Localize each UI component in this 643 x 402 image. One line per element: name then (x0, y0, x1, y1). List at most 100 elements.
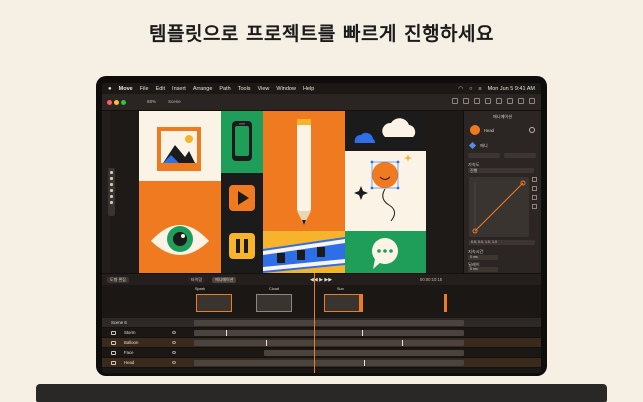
thumbnail-1[interactable]: Spark (195, 287, 232, 312)
trim-handle[interactable] (444, 294, 447, 312)
menu-view[interactable]: View (258, 86, 270, 92)
layer-track[interactable] (194, 359, 464, 366)
share-icon[interactable] (518, 98, 524, 104)
cloud-icon (354, 118, 416, 143)
phone-tile[interactable] (221, 111, 263, 173)
cloud-tile[interactable] (345, 111, 426, 151)
preset-icon[interactable] (532, 195, 537, 200)
pause-tile[interactable] (221, 223, 263, 273)
bezier-curve-editor[interactable] (469, 177, 529, 237)
delay-field[interactable]: 0 ms (468, 267, 498, 272)
pen-tool-icon[interactable] (452, 98, 458, 104)
pencil-tile[interactable] (263, 111, 345, 231)
layer-row-balloon[interactable]: Balloon (102, 338, 541, 348)
pause-button-icon (229, 233, 255, 259)
hand-tool-icon[interactable] (110, 195, 113, 198)
search-icon[interactable]: ○ (469, 86, 472, 92)
timing-button[interactable]: 타이밍 (188, 277, 206, 283)
visibility-icon[interactable] (172, 351, 176, 354)
rectangle-tool-icon[interactable] (110, 183, 113, 186)
keyframe-icon[interactable] (468, 141, 477, 150)
layer-row-storm[interactable]: Storm (102, 328, 541, 338)
layer-track[interactable] (264, 349, 464, 356)
text-tool-icon[interactable] (474, 98, 480, 104)
orange-strip-tile[interactable] (139, 181, 221, 203)
menu-insert[interactable]: Insert (172, 86, 186, 92)
scene-row[interactable]: Scene 6 (102, 318, 541, 328)
picture-tile[interactable] (139, 111, 221, 181)
menu-file[interactable]: File (140, 86, 149, 92)
align-icon[interactable] (485, 98, 491, 104)
menu-tools[interactable]: Tools (238, 86, 251, 92)
curve-values-field[interactable]: 0.5, 0.0, 1.0, 1.0 (469, 240, 535, 245)
property-field-1[interactable] (468, 153, 500, 158)
close-window-button[interactable] (107, 100, 112, 105)
wifi-icon[interactable]: ◠ (458, 86, 463, 92)
layer-row-head[interactable]: Head (102, 358, 541, 368)
preset-icon[interactable] (532, 204, 537, 209)
shape-tool-icon[interactable] (463, 98, 469, 104)
design-canvas[interactable] (139, 111, 426, 273)
minimize-window-button[interactable] (114, 100, 119, 105)
layer-selector[interactable]: Scene (168, 99, 181, 104)
picture-frame-icon (157, 127, 201, 171)
zoom-level[interactable]: 88% (147, 99, 156, 104)
pen-icon[interactable] (110, 189, 113, 192)
chat-tile[interactable] (345, 231, 426, 273)
menu-arrange[interactable]: Arrange (193, 86, 213, 92)
sun-tile[interactable] (345, 151, 426, 231)
keyframe[interactable] (364, 359, 365, 366)
layer-row-face[interactable]: Face (102, 348, 541, 358)
timecode: 00:00:10:15 (420, 277, 443, 282)
layer-track[interactable] (194, 339, 464, 346)
transport-bar: 도형 편집 타이밍 애니메이션 ◀◀ ▶ ▶▶ 00:00:10:15 (102, 273, 541, 285)
control-center-icon[interactable]: ≡ (478, 86, 481, 92)
menu-app-name[interactable]: Move (119, 86, 133, 92)
play-icon[interactable]: ▶ (319, 277, 323, 283)
settings-icon[interactable] (529, 127, 535, 133)
visibility-icon[interactable] (172, 341, 176, 344)
apple-icon[interactable]: ● (108, 86, 112, 92)
playhead[interactable] (314, 273, 315, 373)
play-tile[interactable] (221, 173, 263, 223)
film-tile[interactable] (263, 231, 345, 273)
eye-tile[interactable] (139, 203, 221, 273)
property-field-2[interactable] (504, 153, 536, 158)
thumb-label-1: Spark (195, 287, 205, 291)
keyframe[interactable] (362, 329, 363, 336)
select-tool-icon[interactable] (110, 171, 113, 174)
phone-icon (232, 121, 252, 161)
laptop-base (36, 384, 607, 402)
keyframe[interactable] (226, 329, 227, 336)
duration-field[interactable]: 0 ms (468, 255, 498, 260)
window-toolbar: 88% Scene (102, 94, 541, 111)
export-icon[interactable] (507, 98, 513, 104)
toolbar-icons (452, 98, 535, 104)
thumbnail-2[interactable]: Cloud (256, 287, 292, 312)
sidebar-toggle-icon[interactable] (529, 98, 535, 104)
menu-help[interactable]: Help (303, 86, 314, 92)
direct-select-tool-icon[interactable] (110, 177, 113, 180)
layers-icon[interactable] (496, 98, 502, 104)
zoom-window-button[interactable] (121, 100, 126, 105)
layer-track[interactable] (194, 329, 464, 336)
edit-shape-button[interactable]: 도형 편집 (107, 277, 129, 283)
menu-edit[interactable]: Edit (156, 86, 165, 92)
layer-thumbnail (470, 125, 480, 135)
scene-track[interactable] (194, 319, 464, 326)
keyframe[interactable] (266, 339, 267, 346)
ease-dropdown[interactable]: 진행 (468, 168, 534, 173)
visibility-icon[interactable] (172, 331, 176, 334)
zoom-tool-icon[interactable] (110, 201, 113, 204)
skip-forward-icon[interactable]: ▶▶ (324, 277, 332, 283)
tool-palette (108, 168, 115, 216)
preset-icon[interactable] (532, 177, 537, 182)
thumbnail-3[interactable]: Sun (324, 287, 360, 312)
menu-window[interactable]: Window (276, 86, 296, 92)
preset-icon[interactable] (532, 186, 537, 191)
visibility-icon[interactable] (172, 361, 176, 364)
keyframe[interactable] (402, 339, 403, 346)
trim-handle[interactable] (360, 294, 363, 312)
animation-button[interactable]: 애니메이션 (212, 277, 237, 283)
menu-path[interactable]: Path (219, 86, 230, 92)
